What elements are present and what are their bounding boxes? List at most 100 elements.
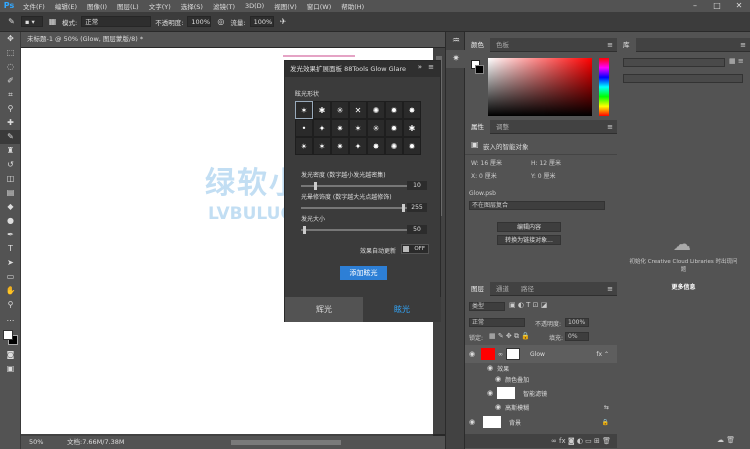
background-layer-name[interactable]: 背景 xyxy=(509,418,521,427)
size-value[interactable]: 50 xyxy=(407,225,427,234)
shape-tool-icon[interactable]: ▭ xyxy=(0,270,21,284)
glare-shape-cell[interactable]: ✱ xyxy=(403,119,421,137)
crop-tool-icon[interactable]: ⌗ xyxy=(0,88,21,102)
libraries-menu-icon[interactable]: ≡ xyxy=(740,41,750,49)
pen-tool-icon[interactable]: ✒ xyxy=(0,228,21,242)
brush-settings-icon[interactable]: ▦ xyxy=(47,16,58,27)
glare-shape-cell[interactable]: ✺ xyxy=(385,137,403,155)
opacity-input[interactable]: 100% xyxy=(187,16,212,27)
visibility-eye-icon[interactable]: ◉ xyxy=(495,403,501,411)
library-select[interactable] xyxy=(623,58,725,67)
more-info-link[interactable]: 更多信息 xyxy=(627,282,740,291)
tab-paths[interactable]: 路径 xyxy=(515,282,540,296)
zoom-tool-icon[interactable]: ⚲ xyxy=(0,298,21,312)
blend-mode-select[interactable]: 正常 xyxy=(469,318,525,327)
airbrush-icon[interactable]: ✈ xyxy=(278,16,289,27)
h-scroll-thumb[interactable] xyxy=(231,440,341,445)
brush-preset-picker[interactable]: ▪ ▾ xyxy=(21,16,43,27)
y-field[interactable]: Y: 0 厘米 xyxy=(531,171,556,180)
eyedropper-tool-icon[interactable]: ⚲ xyxy=(0,102,21,116)
height-field[interactable]: H: 12 厘米 xyxy=(531,158,561,167)
stamp-tool-icon[interactable]: ♜ xyxy=(0,144,21,158)
edit-contents-button[interactable]: 编辑内容 xyxy=(497,222,561,232)
density-slider-knob[interactable] xyxy=(313,182,317,190)
close-icon[interactable]: ✕ xyxy=(728,0,750,12)
maximize-icon[interactable]: □ xyxy=(706,0,728,12)
library-search-input[interactable] xyxy=(623,74,743,83)
gaussian-blur-row[interactable]: ◉ 高斯模糊 ⇆ xyxy=(465,402,617,412)
type-tool-icon[interactable]: T xyxy=(0,242,21,256)
halo-slider-knob[interactable] xyxy=(401,204,405,212)
tab-glow[interactable]: 辉光 xyxy=(285,297,363,322)
glare-shape-cell[interactable]: ✷ xyxy=(331,119,349,137)
layer-opacity-input[interactable]: 100% xyxy=(565,318,589,327)
glare-shape-cell[interactable]: ✹ xyxy=(385,119,403,137)
mode-select[interactable]: 正常 xyxy=(81,16,152,27)
glare-shape-cell[interactable]: ✶ xyxy=(349,119,367,137)
visibility-eye-icon[interactable]: ◉ xyxy=(465,418,479,426)
brush-tool-icon[interactable]: ✎ xyxy=(6,16,17,27)
layer-name[interactable]: Glow xyxy=(530,351,545,358)
flow-input[interactable]: 100% xyxy=(249,16,274,27)
color-overlay-row[interactable]: ◉ 颜色叠加 xyxy=(465,374,617,384)
dodge-tool-icon[interactable]: ● xyxy=(0,214,21,228)
more-tools-icon[interactable]: … xyxy=(0,312,21,326)
glare-shape-cell[interactable]: ✸ xyxy=(403,101,421,119)
glare-shape-cell[interactable]: ✱ xyxy=(313,101,331,119)
smart-filter-mask-thumb[interactable] xyxy=(497,387,516,399)
halo-value[interactable]: 255 xyxy=(407,203,427,212)
tab-color[interactable]: 颜色 xyxy=(465,37,490,52)
collapse-icon[interactable]: » xyxy=(418,63,422,71)
visibility-eye-icon[interactable]: ◉ xyxy=(487,364,493,372)
tab-adjustments[interactable]: 调整 xyxy=(490,120,515,134)
visibility-eye-icon[interactable]: ◉ xyxy=(487,389,493,397)
hue-slider[interactable] xyxy=(599,58,609,116)
menu-type[interactable]: 文字(Y) xyxy=(144,1,176,11)
grid-view-icon[interactable]: ▦ ≡ xyxy=(729,57,744,65)
color-field[interactable] xyxy=(488,58,592,116)
gradient-tool-icon[interactable]: ▤ xyxy=(0,186,21,200)
screen-mode-icon[interactable]: ▣ xyxy=(0,362,21,376)
visibility-eye-icon[interactable]: ◉ xyxy=(495,375,501,383)
convert-linked-button[interactable]: 转换为链接对象... xyxy=(497,235,561,245)
glow-extension-icon[interactable]: ✷ xyxy=(446,50,466,68)
quick-select-tool-icon[interactable]: ✐ xyxy=(0,74,21,88)
menu-3d[interactable]: 3D(D) xyxy=(240,2,269,10)
glare-shape-cell[interactable]: ✶ xyxy=(295,101,313,119)
glare-shape-cell[interactable]: ✹ xyxy=(403,137,421,155)
menu-help[interactable]: 帮助(H) xyxy=(336,1,369,11)
menu-image[interactable]: 图像(I) xyxy=(82,1,112,11)
filter-options-icon[interactable]: ⇆ xyxy=(604,404,617,411)
glare-shape-cell[interactable]: ✦ xyxy=(349,137,367,155)
glare-shape-cell[interactable]: ✕ xyxy=(349,101,367,119)
glare-shape-cell[interactable]: • xyxy=(295,119,313,137)
smart-filters-row[interactable]: ◉ 智能滤镜 xyxy=(465,385,617,401)
halo-slider[interactable] xyxy=(301,207,409,209)
path-select-tool-icon[interactable]: ➤ xyxy=(0,256,21,270)
lock-icons[interactable]: ▦ ✎ ✥ ⧉ 🔒 xyxy=(489,332,530,341)
menu-file[interactable]: 文件(F) xyxy=(18,1,50,11)
brush-tool-icon[interactable]: ✎ xyxy=(0,130,21,144)
glare-shape-cell[interactable]: ✦ xyxy=(313,119,331,137)
quick-mask-icon[interactable]: ◙ xyxy=(0,348,21,362)
fx-icon[interactable]: fx ⌃ xyxy=(596,351,617,358)
history-panel-icon[interactable]: ♒ xyxy=(446,32,466,50)
menu-select[interactable]: 选择(S) xyxy=(176,1,208,11)
glare-shape-cell[interactable]: ✷ xyxy=(331,137,349,155)
tab-glare[interactable]: 眩光 xyxy=(363,297,441,322)
color-panel-menu-icon[interactable]: ≡ xyxy=(607,41,617,49)
layer-mask-thumb[interactable] xyxy=(506,348,520,360)
size-slider[interactable] xyxy=(301,229,409,231)
density-value[interactable]: 10 xyxy=(407,181,427,190)
width-field[interactable]: W: 16 厘米 xyxy=(471,158,502,167)
blur-tool-icon[interactable]: ◆ xyxy=(0,200,21,214)
menu-layer[interactable]: 图层(L) xyxy=(112,1,144,11)
glare-shape-cell[interactable]: ✳ xyxy=(367,119,385,137)
link-icon[interactable]: ∞ xyxy=(498,351,504,358)
fill-input[interactable]: 0% xyxy=(565,332,589,341)
library-footer-icons[interactable]: ☁ 🗑 xyxy=(717,436,735,444)
foreground-color-swatch[interactable] xyxy=(3,330,13,340)
hand-tool-icon[interactable]: ✋ xyxy=(0,284,21,298)
x-field[interactable]: X: 0 厘米 xyxy=(471,171,497,180)
eraser-tool-icon[interactable]: ◫ xyxy=(0,172,21,186)
